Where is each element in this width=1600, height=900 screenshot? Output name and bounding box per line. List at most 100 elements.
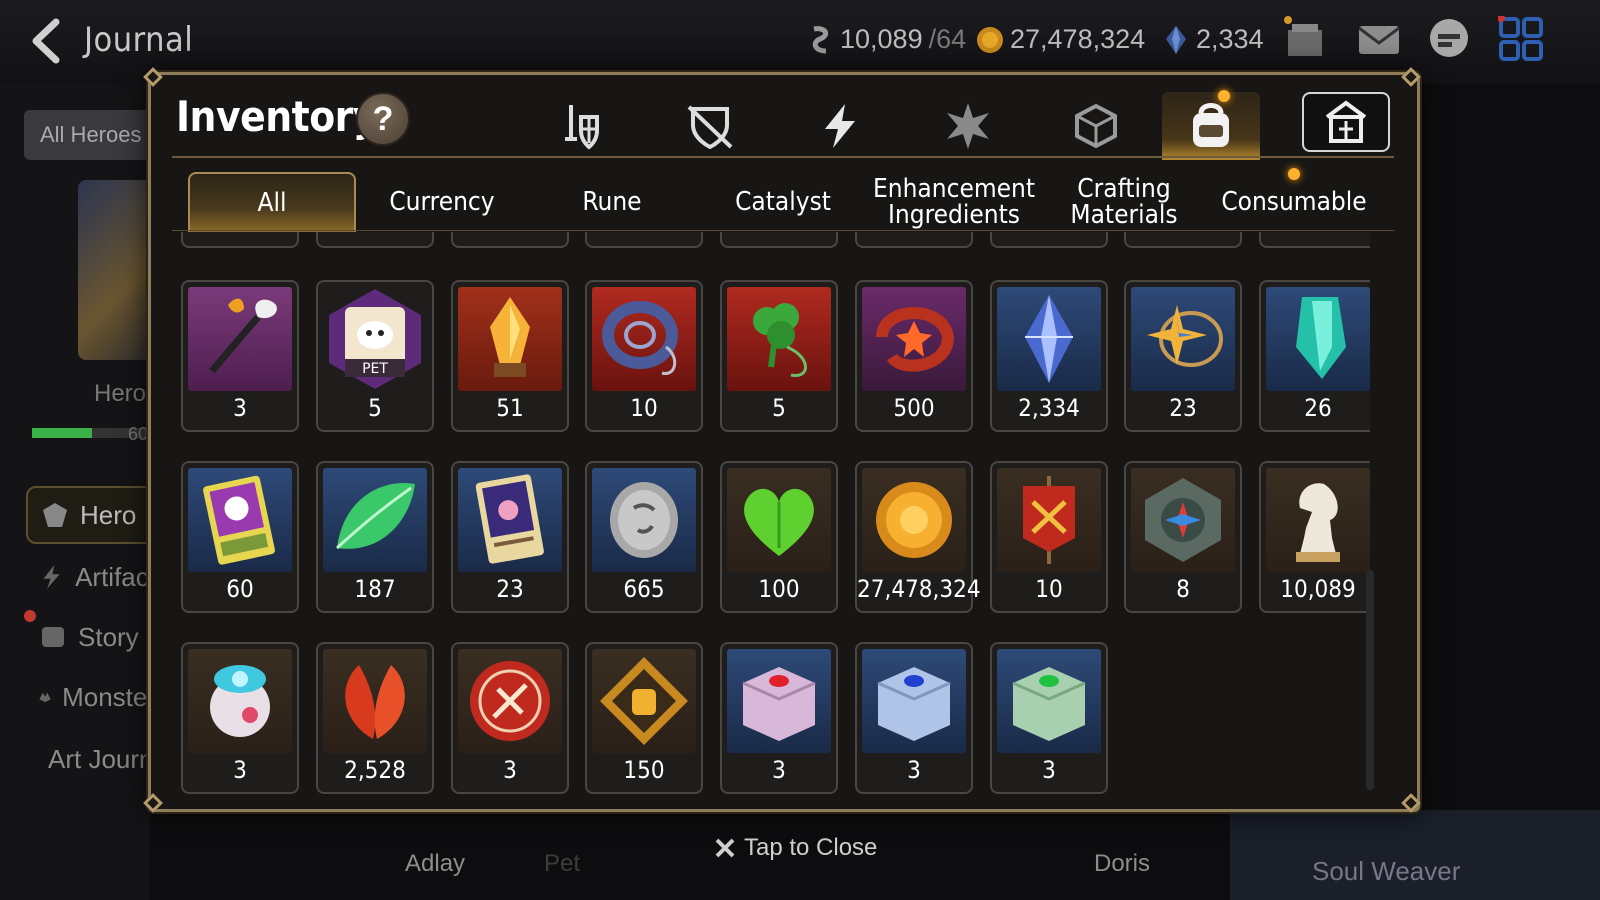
item-paw-ticket[interactable]: 23 xyxy=(451,461,569,613)
sidebar-item-art-journal[interactable]: Art Journal xyxy=(26,730,156,788)
item-blue-ring-rune[interactable]: 10 xyxy=(585,280,703,432)
subtab-all[interactable]: All xyxy=(188,172,356,232)
item-stone-compass[interactable]: 8 xyxy=(1124,461,1242,613)
tab-materials[interactable] xyxy=(1046,92,1146,160)
item-slot-partial[interactable] xyxy=(990,232,1108,248)
flame-crystal-icon xyxy=(458,287,562,391)
item-quantity: 665 xyxy=(623,575,665,603)
mail-icon[interactable] xyxy=(1356,16,1402,62)
item-slot-partial[interactable] xyxy=(451,232,569,248)
page-title: Journal xyxy=(84,20,194,60)
item-quantity: 10 xyxy=(630,394,658,422)
item-slot-partial[interactable] xyxy=(585,232,703,248)
item-pink-chest[interactable]: 3 xyxy=(720,642,838,794)
item-red-emblem-badge[interactable]: 3 xyxy=(451,642,569,794)
item-slot-partial[interactable] xyxy=(1259,232,1370,248)
item-feather-wand[interactable]: 3 xyxy=(181,280,299,432)
item-quantity: 51 xyxy=(496,394,524,422)
item-slot-partial[interactable] xyxy=(1124,232,1242,248)
item-quantity: 10,089 xyxy=(1280,575,1356,603)
tab-catalyst-items[interactable] xyxy=(790,92,890,160)
item-star-charm[interactable]: 23 xyxy=(1124,280,1242,432)
sidebar-item-hero[interactable]: Hero xyxy=(26,486,156,544)
gold-value: 27,478,324 xyxy=(1010,24,1146,54)
item-fist-badge[interactable]: 150 xyxy=(585,642,703,794)
item-gold-coin[interactable]: 27,478,324 xyxy=(855,461,981,613)
item-quantity: 5 xyxy=(368,394,382,422)
robot-orb-icon xyxy=(188,649,292,753)
item-skystone[interactable]: 2,334 xyxy=(990,280,1108,432)
item-teal-crystal[interactable]: 26 xyxy=(1259,280,1370,432)
item-pet-food-bag[interactable]: PET 5 xyxy=(316,280,434,432)
tab-inventory-bag[interactable] xyxy=(1162,92,1260,160)
item-quantity: 3 xyxy=(907,756,921,784)
hero-name-pet[interactable]: Pet xyxy=(544,850,580,878)
item-robot-orb[interactable]: 3 xyxy=(181,642,299,794)
subtab-crafting-materials[interactable]: Crafting Materials xyxy=(1042,172,1206,232)
item-red-banner[interactable]: 10 xyxy=(990,461,1108,613)
item-knight-chess-piece[interactable]: 10,089 xyxy=(1259,461,1370,613)
stamina-max: /64 xyxy=(928,24,967,54)
green-chest-icon xyxy=(997,649,1101,753)
item-clover-charm-rune[interactable]: 5 xyxy=(720,280,838,432)
menu-grid-icon[interactable] xyxy=(1498,16,1544,62)
item-quantity: 60 xyxy=(226,575,254,603)
item-green-leaf[interactable]: 187 xyxy=(316,461,434,613)
item-slot-partial[interactable] xyxy=(720,232,838,248)
item-green-heart[interactable]: 100 xyxy=(720,461,838,613)
subtab-currency[interactable]: Currency xyxy=(360,172,524,232)
gold-icon xyxy=(977,26,1003,53)
tab-storage[interactable] xyxy=(1302,92,1390,152)
skystone-icon xyxy=(997,287,1101,391)
story-icon xyxy=(42,627,64,647)
hero-portrait xyxy=(78,180,158,360)
back-arrow-icon[interactable] xyxy=(26,18,72,64)
help-button[interactable]: ? xyxy=(356,92,410,146)
tap-to-close-label: Tap to Close xyxy=(744,834,878,861)
subtab-enhancement-ingredients[interactable]: Enhancement Ingredients xyxy=(872,172,1036,232)
sidebar-item-label: Story xyxy=(78,621,139,652)
item-quantity: 3 xyxy=(503,756,517,784)
item-blue-chest[interactable]: 3 xyxy=(855,642,973,794)
weapon-armor-icon xyxy=(565,105,599,150)
item-slot-partial[interactable] xyxy=(181,232,299,248)
sidebar-item-label: Art Journal xyxy=(48,743,156,774)
red-emblem-icon xyxy=(458,649,562,753)
item-slot-partial[interactable] xyxy=(855,232,973,248)
subtab-catalyst[interactable]: Catalyst xyxy=(700,172,866,232)
hero-name-adlay[interactable]: Adlay xyxy=(405,850,465,878)
pink-chest-icon xyxy=(727,649,831,753)
item-flame-crystal-rune[interactable]: 51 xyxy=(451,280,569,432)
all-heroes-filter[interactable]: All Heroes xyxy=(24,110,154,160)
sidebar-item-story[interactable]: Story xyxy=(26,608,156,666)
item-red-leaves[interactable]: 2,528 xyxy=(316,642,434,794)
hero-label: Hero xyxy=(94,380,147,407)
item-quantity: 100 xyxy=(758,575,800,603)
item-pet-card[interactable]: 60 xyxy=(181,461,299,613)
scrollbar[interactable] xyxy=(1366,570,1374,790)
subtab-rune[interactable]: Rune xyxy=(530,172,694,232)
chat-icon[interactable] xyxy=(1426,16,1472,62)
skystone-counter[interactable]: 2,334 xyxy=(1162,24,1264,55)
sidebar-item-artifact[interactable]: Artifact xyxy=(26,548,156,606)
close-icon xyxy=(715,838,735,858)
starburst-icon xyxy=(947,103,989,149)
item-slot-partial[interactable] xyxy=(316,232,434,248)
shop-icon[interactable] xyxy=(1282,16,1328,62)
item-green-chest[interactable]: 3 xyxy=(990,642,1108,794)
red-gear-charm-icon xyxy=(862,287,966,391)
hero-name-doris[interactable]: Doris xyxy=(1094,850,1150,878)
item-stone-face-coin[interactable]: 665 xyxy=(585,461,703,613)
tab-equipment[interactable] xyxy=(532,92,632,160)
tab-artifact-items[interactable] xyxy=(918,92,1018,160)
tap-to-close-button[interactable]: Tap to Close xyxy=(714,834,877,862)
subtab-divider xyxy=(172,230,1394,231)
notification-dot xyxy=(24,610,36,622)
subtab-consumable[interactable]: Consumable xyxy=(1212,172,1376,232)
item-red-gear-charm[interactable]: 500 xyxy=(855,280,973,432)
hero-level: 60 xyxy=(128,424,149,444)
gold-counter[interactable]: 27,478,324 xyxy=(976,24,1145,55)
stamina-counter[interactable]: 10,089/64 xyxy=(806,24,966,55)
sidebar-item-monster[interactable]: Monster xyxy=(26,668,156,726)
tab-broken-gear[interactable] xyxy=(660,92,760,160)
